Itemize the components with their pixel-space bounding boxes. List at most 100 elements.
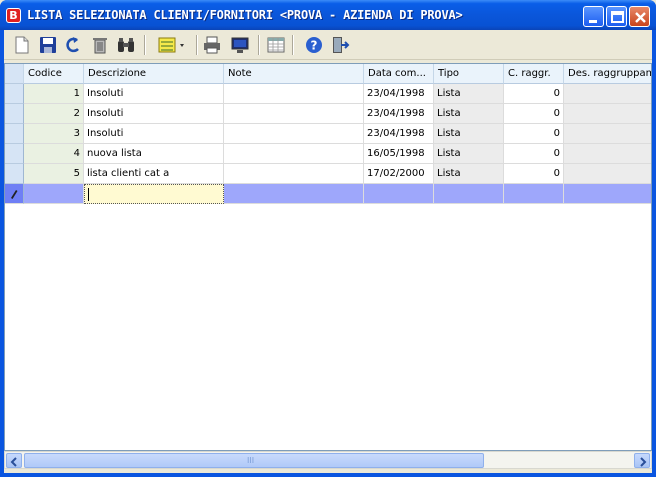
cell-data[interactable]: 16/05/1998 [364,144,434,164]
cell-codice[interactable]: 3 [24,124,84,144]
cell-descrizione[interactable]: Insoluti [84,124,224,144]
cell-data[interactable]: 23/04/1998 [364,124,434,144]
grid-settings-button[interactable] [264,33,288,57]
scrollbar-thumb[interactable]: III [24,453,484,468]
column-header-des-raggruppamento[interactable]: Des. raggruppam [564,64,651,84]
new-row-codice-cell[interactable] [24,184,84,204]
cell-des[interactable] [564,144,651,164]
cell-tipo[interactable]: Lista [434,144,504,164]
new-row-descrizione-input[interactable] [84,184,224,204]
cell-raggr[interactable]: 0 [504,104,564,124]
help-icon: ? [306,37,322,53]
scroll-left-button[interactable] [6,453,22,468]
cell-codice[interactable]: 5 [24,164,84,184]
column-header-descrizione[interactable]: Descrizione [84,64,224,84]
cell-tipo[interactable]: Lista [434,84,504,104]
preview-button[interactable] [228,33,252,57]
new-row-note-cell[interactable] [224,184,364,204]
new-row-data-cell[interactable] [364,184,434,204]
save-icon [40,37,56,53]
cell-tipo[interactable]: Lista [434,164,504,184]
horizontal-scrollbar[interactable]: III [4,451,652,469]
row-header[interactable] [5,144,24,164]
cell-des[interactable] [564,84,651,104]
scroll-right-button[interactable] [634,453,650,468]
cell-codice[interactable]: 4 [24,144,84,164]
cell-codice[interactable]: 2 [24,104,84,124]
columns-dropdown-button[interactable] [156,33,190,57]
print-button[interactable] [200,33,224,57]
new-row-raggr-cell[interactable] [504,184,564,204]
find-button[interactable] [114,33,138,57]
close-button[interactable] [629,6,650,27]
cell-data[interactable]: 23/04/1998 [364,104,434,124]
new-row-indicator[interactable] [5,184,24,204]
cell-note[interactable] [224,124,364,144]
preview-icon [231,37,249,53]
new-document-icon [15,36,29,54]
cell-descrizione[interactable]: Insoluti [84,104,224,124]
cell-descrizione[interactable]: Insoluti [84,84,224,104]
cell-data[interactable]: 23/04/1998 [364,84,434,104]
new-row-tipo-cell[interactable] [434,184,504,204]
find-icon [118,38,134,52]
cell-des[interactable] [564,164,651,184]
help-button[interactable]: ? [302,33,326,57]
toolbar: ? [4,30,652,60]
cell-data[interactable]: 17/02/2000 [364,164,434,184]
toolbar-separator [292,35,294,55]
undo-button[interactable] [62,33,86,57]
column-header-raggr[interactable]: C. raggr. [504,64,564,84]
cell-note[interactable] [224,104,364,124]
cell-descrizione[interactable]: nuova lista [84,144,224,164]
cell-descrizione[interactable]: lista clienti cat a [84,164,224,184]
exit-button[interactable] [328,33,352,57]
cell-tipo[interactable]: Lista [434,124,504,144]
minimize-icon [589,20,597,23]
row-header[interactable] [5,84,24,104]
column-header-data[interactable]: Data com... [364,64,434,84]
toolbar-separator [144,35,146,55]
grid-corner-header [5,64,24,84]
cell-raggr[interactable]: 0 [504,164,564,184]
cell-raggr[interactable]: 0 [504,144,564,164]
column-header-tipo[interactable]: Tipo [434,64,504,84]
cell-note[interactable] [224,84,364,104]
arrow-right-icon [640,457,647,467]
arrow-left-icon [10,457,17,467]
pencil-icon [11,190,18,199]
cell-des[interactable] [564,124,651,144]
delete-button[interactable] [88,33,112,57]
cell-des[interactable] [564,104,651,124]
cell-tipo[interactable]: Lista [434,104,504,124]
toolbar-separator [196,35,198,55]
delete-icon [93,38,107,54]
row-header[interactable] [5,124,24,144]
maximize-button[interactable] [606,6,627,27]
cell-note[interactable] [224,164,364,184]
new-document-button[interactable] [10,33,34,57]
column-header-note[interactable]: Note [224,64,364,84]
cell-codice[interactable]: 1 [24,84,84,104]
close-icon [635,12,646,23]
window-client-area: ? Codice Descrizione Note Data com... Ti… [4,30,652,473]
app-logo-icon[interactable]: B [6,8,21,23]
cell-note[interactable] [224,144,364,164]
title-bar[interactable]: B LISTA SELEZIONATA CLIENTI/FORNITORI <P… [0,0,656,30]
exit-icon [333,37,350,53]
cell-raggr[interactable]: 0 [504,124,564,144]
row-header[interactable] [5,164,24,184]
minimize-button[interactable] [583,6,604,27]
save-button[interactable] [36,33,60,57]
columns-icon [158,37,184,53]
undo-icon [66,37,79,53]
print-icon [204,36,220,54]
app-window: B LISTA SELEZIONATA CLIENTI/FORNITORI <P… [0,0,656,477]
column-header-codice[interactable]: Codice [24,64,84,84]
text-cursor [88,187,89,201]
maximize-icon [611,11,624,23]
row-header[interactable] [5,104,24,124]
new-row-des-cell[interactable] [564,184,651,204]
cell-raggr[interactable]: 0 [504,84,564,104]
data-grid[interactable]: Codice Descrizione Note Data com... Tipo… [4,63,652,451]
